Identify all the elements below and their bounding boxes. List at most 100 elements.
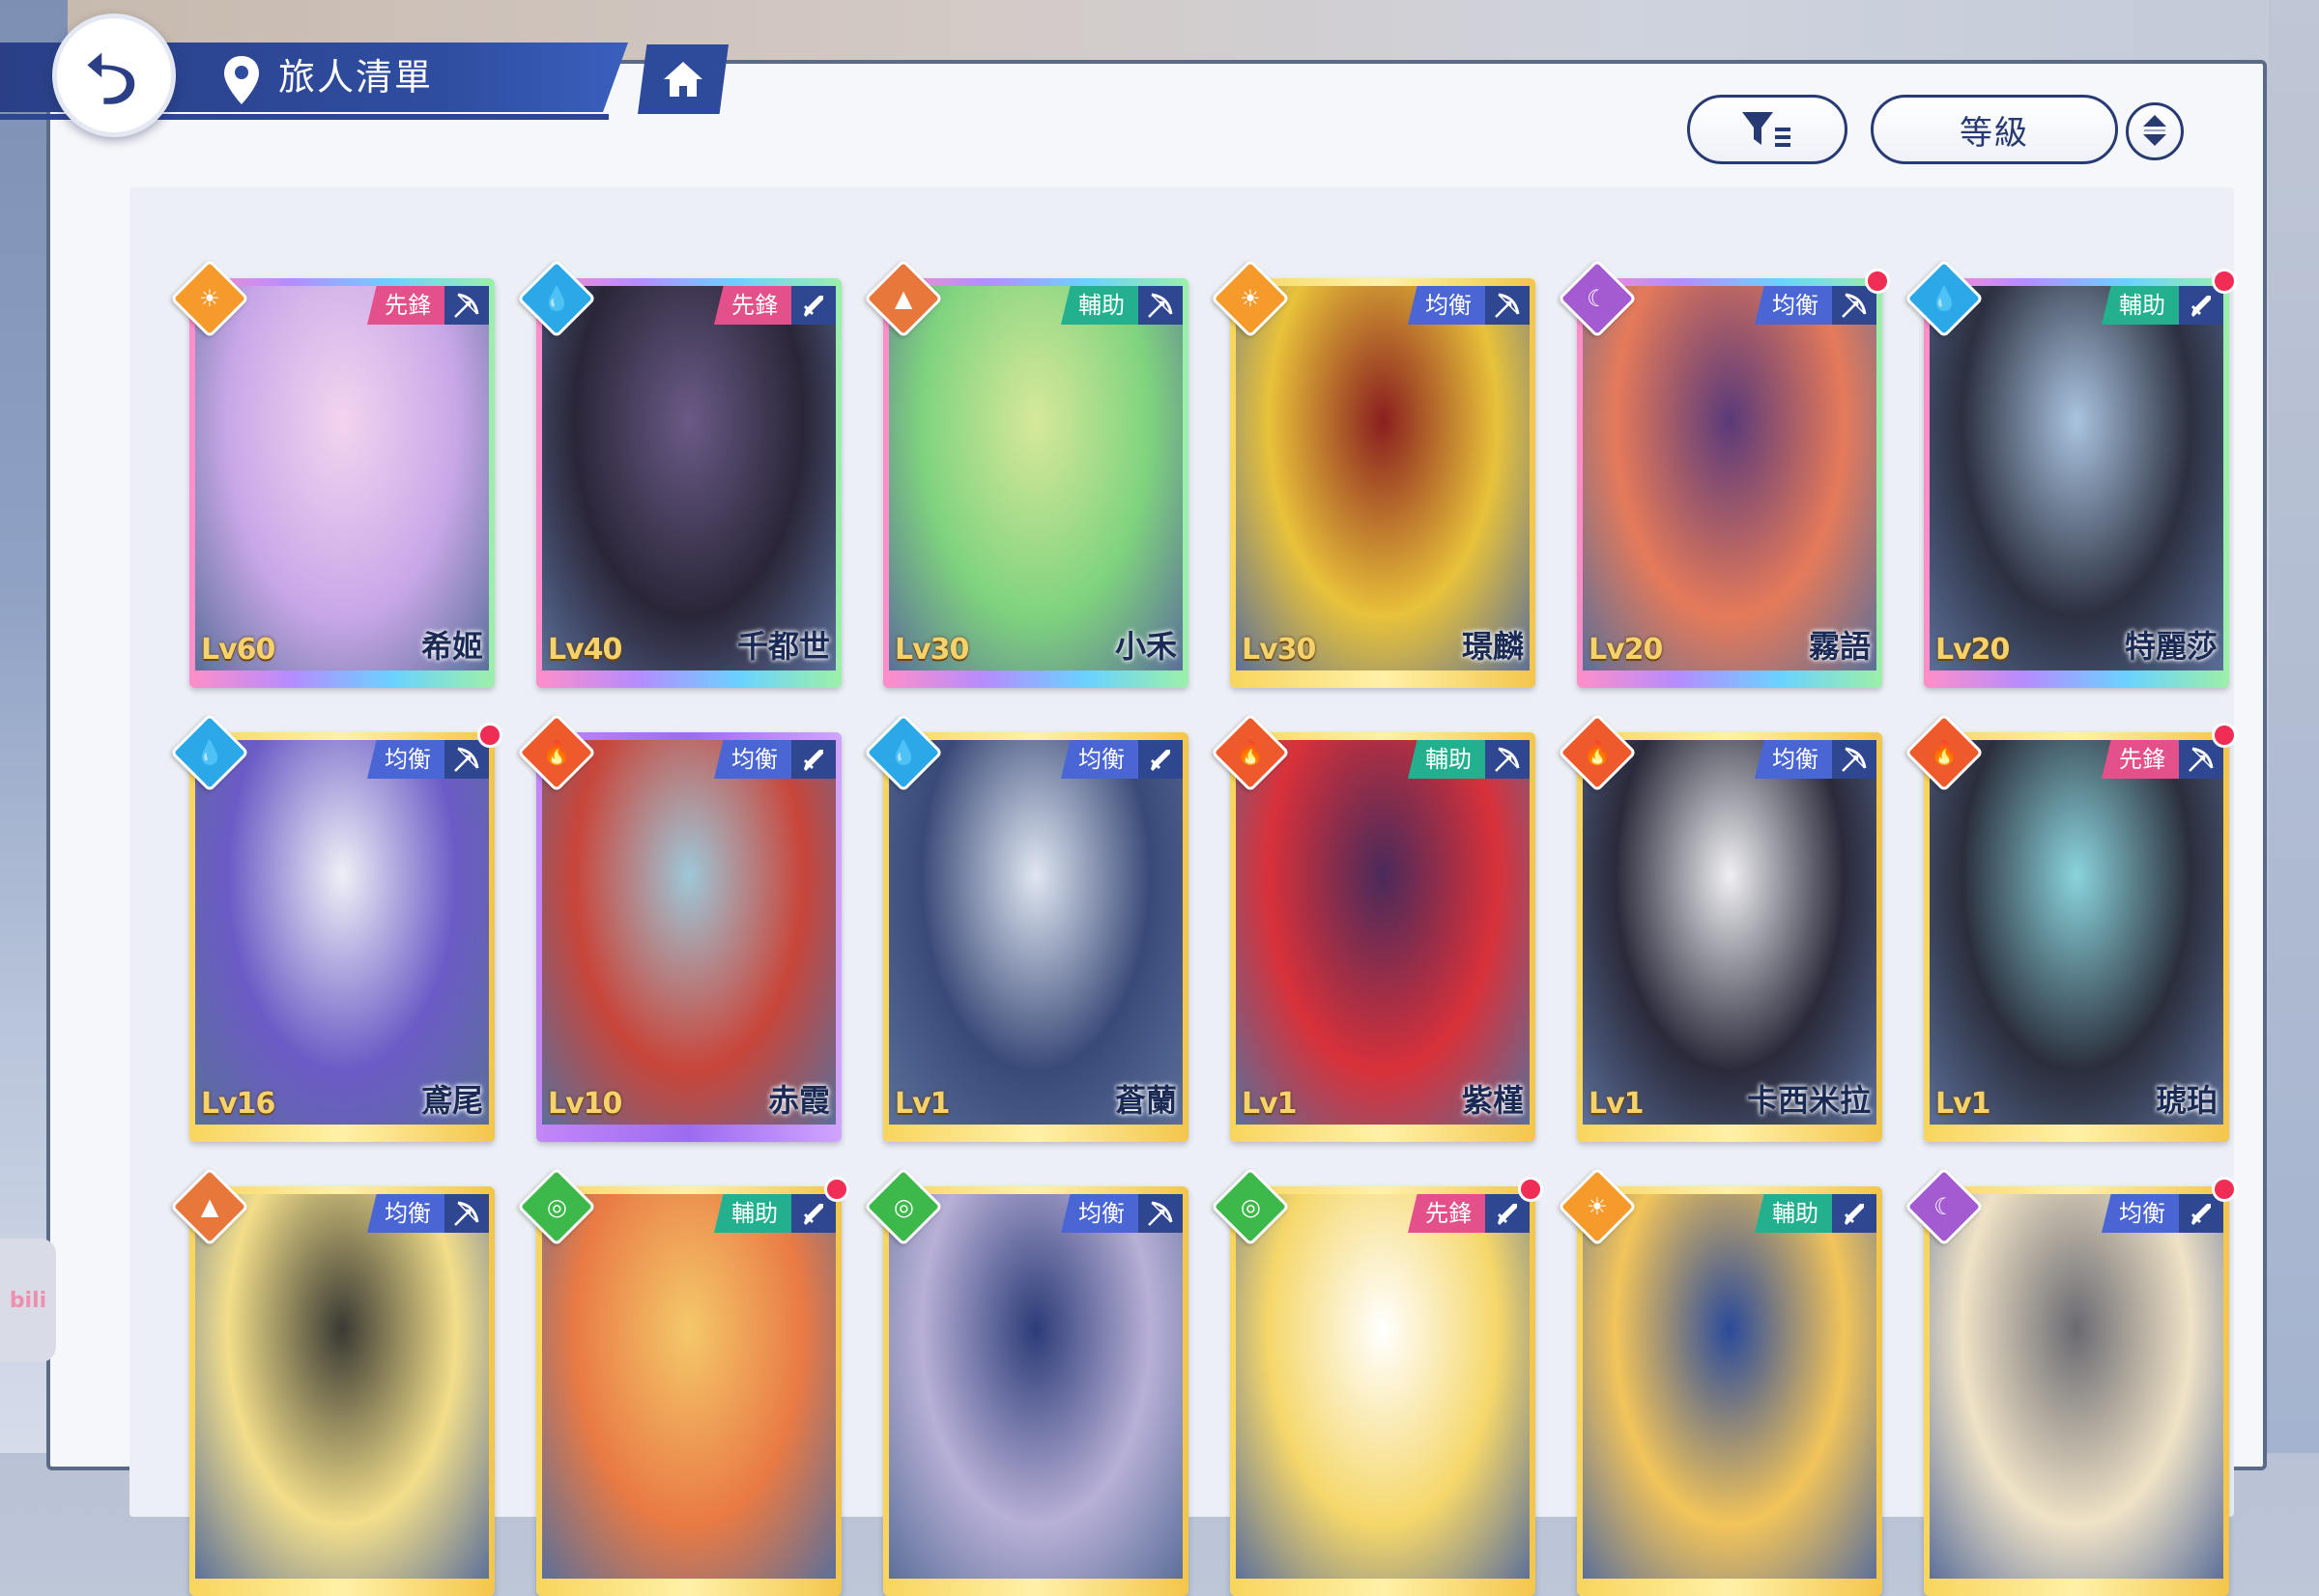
background-right [2269,0,2319,1453]
card-frame: 均衡 [189,1186,495,1596]
character-card[interactable]: 輔助 ◎ [516,1166,849,1596]
bow-icon [1832,740,1876,779]
sort-order-icon [2143,115,2166,146]
card-frame: Lv40 千都世 先鋒 [536,278,842,688]
location-pin-icon [224,56,259,104]
bilibili-label: bili [9,1288,47,1313]
character-card[interactable]: Lv30 璟麟 均衡 ☀ [1210,258,1535,688]
character-portrait [889,1194,1183,1581]
rarity-strip [883,1125,1188,1142]
character-portrait [1236,1194,1530,1581]
character-card[interactable]: Lv1 卡西米拉 均衡 🔥 [1557,712,1882,1142]
character-card[interactable]: Lv60 希姬 先鋒 ☀ [169,258,495,688]
character-name: 鳶尾 [420,1082,483,1119]
character-portrait [1583,740,1876,1126]
card-frame: 先鋒 [1230,1186,1535,1596]
filter-icon [1742,112,1790,147]
back-arrow-icon [87,52,135,104]
character-name: 特麗莎 [2124,628,2218,665]
notification-dot [477,723,502,748]
character-portrait [195,1194,489,1581]
sort-dropdown[interactable]: 等級 [1871,95,2118,164]
character-level: Lv30 [1242,633,1316,667]
rarity-strip [1577,1579,1882,1596]
character-portrait [1236,740,1530,1126]
rarity-strip [536,670,842,688]
character-card[interactable]: 先鋒 ◎ [1210,1166,1543,1596]
card-frame: 輔助 [536,1186,842,1596]
character-portrait [1236,286,1530,672]
sword-icon [1832,1194,1876,1233]
character-card[interactable]: Lv30 小禾 輔助 ▲ [863,258,1188,688]
card-frame: Lv30 小禾 輔助 [883,278,1188,688]
rarity-strip [1924,1579,2229,1596]
role-badge: 先鋒 [2102,740,2179,779]
rarity-strip [189,1125,495,1142]
character-card[interactable]: 輔助 ☀ [1557,1166,1882,1596]
card-frame: Lv20 特麗莎 輔助 [1924,278,2229,688]
character-name: 琥珀 [2155,1082,2218,1119]
bow-icon [1485,286,1530,325]
character-portrait [195,740,489,1126]
character-level: Lv60 [201,633,275,667]
role-badge: 輔助 [1408,740,1485,779]
rarity-strip [536,1125,842,1142]
character-card[interactable]: Lv40 千都世 先鋒 💧 [516,258,842,688]
character-card[interactable]: 均衡 ▲ [169,1166,495,1596]
notification-dot [2212,269,2237,294]
notification-dot [2212,723,2237,748]
character-card[interactable]: Lv1 蒼蘭 均衡 💧 [863,712,1188,1142]
rarity-strip [883,1579,1188,1596]
character-level: Lv1 [1242,1087,1298,1121]
character-portrait [889,286,1183,672]
character-level: Lv1 [1935,1087,1991,1121]
bilibili-side-tab[interactable]: bili [0,1239,56,1362]
character-name: 霧語 [1808,628,1871,665]
card-frame: Lv16 鳶尾 均衡 [189,732,495,1142]
character-portrait [1583,1194,1876,1581]
rarity-strip [883,670,1188,688]
bow-icon [1138,1194,1183,1233]
character-card[interactable]: Lv10 赤霞 均衡 🔥 [516,712,842,1142]
card-frame: 輔助 [1577,1186,1882,1596]
character-card[interactable]: 均衡 ◎ [863,1166,1188,1596]
back-button[interactable] [52,14,176,137]
card-frame: Lv20 霧語 均衡 [1577,278,1882,688]
home-icon [664,62,702,97]
rarity-strip [189,670,495,688]
bow-icon [1138,286,1183,325]
bow-icon [444,1194,489,1233]
character-card[interactable]: Lv1 琥珀 先鋒 🔥 [1904,712,2237,1142]
character-level: Lv16 [201,1087,275,1121]
role-badge: 均衡 [1061,1194,1138,1233]
character-name: 紫槿 [1461,1082,1524,1119]
card-frame: Lv1 琥珀 先鋒 [1924,732,2229,1142]
card-frame: 均衡 [883,1186,1188,1596]
role-badge: 輔助 [714,1194,791,1233]
character-portrait [542,740,836,1126]
role-badge: 輔助 [1061,286,1138,325]
character-portrait [195,286,489,672]
filter-button[interactable] [1687,95,1847,164]
role-badge: 均衡 [367,1194,444,1233]
home-button[interactable] [638,44,729,114]
rarity-strip [1230,1125,1535,1142]
bow-icon [444,286,489,325]
sort-order-button[interactable] [2126,102,2184,160]
character-portrait [889,740,1183,1126]
character-level: Lv30 [895,633,969,667]
character-name: 小禾 [1114,628,1177,665]
role-badge: 均衡 [714,740,791,779]
character-card[interactable]: Lv1 紫槿 輔助 🔥 [1210,712,1535,1142]
rarity-strip [1924,1125,2229,1142]
rarity-strip [1230,670,1535,688]
character-card[interactable]: 均衡 ☾ [1904,1166,2237,1596]
character-card[interactable]: Lv16 鳶尾 均衡 💧 [169,712,502,1142]
character-name: 希姬 [420,628,483,665]
card-frame: Lv1 卡西米拉 均衡 [1577,732,1882,1142]
notification-dot [824,1177,849,1202]
character-card[interactable]: Lv20 特麗莎 輔助 💧 [1904,258,2237,688]
character-card[interactable]: Lv20 霧語 均衡 ☾ [1557,258,1890,688]
character-level: Lv1 [1589,1087,1645,1121]
bow-icon [1485,740,1530,779]
